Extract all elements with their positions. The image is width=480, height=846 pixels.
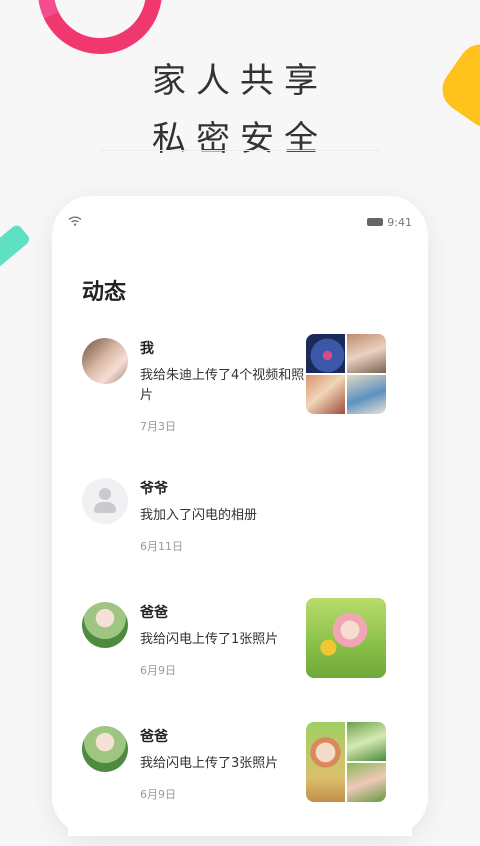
feed-item-date: 6月11日 (140, 540, 183, 553)
feed-item-name: 爸爸 (140, 605, 168, 621)
photo-thumbnail (347, 722, 386, 761)
photo-thumbnail (306, 375, 345, 414)
headline-line-2: 私密安全 (152, 119, 328, 159)
feed-item-date: 6月9日 (140, 664, 176, 677)
avatar[interactable] (82, 726, 128, 772)
default-user-icon[interactable] (82, 478, 128, 524)
feed-item[interactable]: 爸爸 我给闪电上传了1张照片 6月9日 (82, 598, 402, 722)
feed-item-name: 我 (140, 341, 154, 357)
headline-line-1: 家人共享 (152, 61, 328, 101)
photo-thumbnail (347, 375, 386, 414)
status-right: 9:41 (367, 216, 412, 229)
headline-divider (100, 150, 380, 151)
feed-item[interactable]: 我 我给朱迪上传了4个视频和照片 7月3日 (82, 334, 402, 474)
feed-item-name: 爷爷 (140, 481, 168, 497)
phone-mockup: 9:41 动态 我 我给朱迪上传了4个视频和照片 7月3日 爷爷 我加入了闪电的… (52, 196, 428, 836)
status-time: 9:41 (387, 215, 412, 229)
page-title: 动态 (82, 280, 127, 305)
wifi-icon (68, 216, 82, 229)
feed-item-message: 我给朱迪上传了4个视频和照片 (140, 368, 305, 403)
photo-thumbnail (347, 763, 386, 802)
feed-item[interactable]: 爸爸 我给闪电上传了3张照片 6月9日 (82, 722, 402, 846)
app-screen: 动态 我 我给朱迪上传了4个视频和照片 7月3日 爷爷 我加入了闪电的相册 6月… (68, 238, 412, 836)
feed-item-message: 我给闪电上传了1张照片 (140, 632, 279, 647)
feed-item-message: 我给闪电上传了3张照片 (140, 756, 279, 771)
battery-icon (367, 218, 384, 226)
user-head-shape (99, 488, 111, 500)
activity-feed: 我 我给朱迪上传了4个视频和照片 7月3日 爷爷 我加入了闪电的相册 6月11日… (82, 334, 402, 846)
decorative-mint-shape (0, 223, 32, 271)
feed-item[interactable]: 爷爷 我加入了闪电的相册 6月11日 (82, 474, 402, 598)
feed-item-name: 爸爸 (140, 729, 168, 745)
photo-thumbnail (306, 334, 345, 373)
photo-thumbnail (347, 334, 386, 373)
user-body-shape (94, 502, 116, 513)
status-bar: 9:41 (68, 210, 412, 234)
media-thumbnail-grid[interactable] (306, 334, 386, 414)
photo-thumbnail[interactable] (306, 598, 386, 678)
photo-thumbnail (306, 722, 345, 802)
avatar[interactable] (82, 338, 128, 384)
avatar[interactable] (82, 602, 128, 648)
feed-item-date: 7月3日 (140, 420, 176, 433)
media-thumbnail-grid[interactable] (306, 722, 386, 802)
feed-item-message: 我加入了闪电的相册 (140, 508, 258, 523)
